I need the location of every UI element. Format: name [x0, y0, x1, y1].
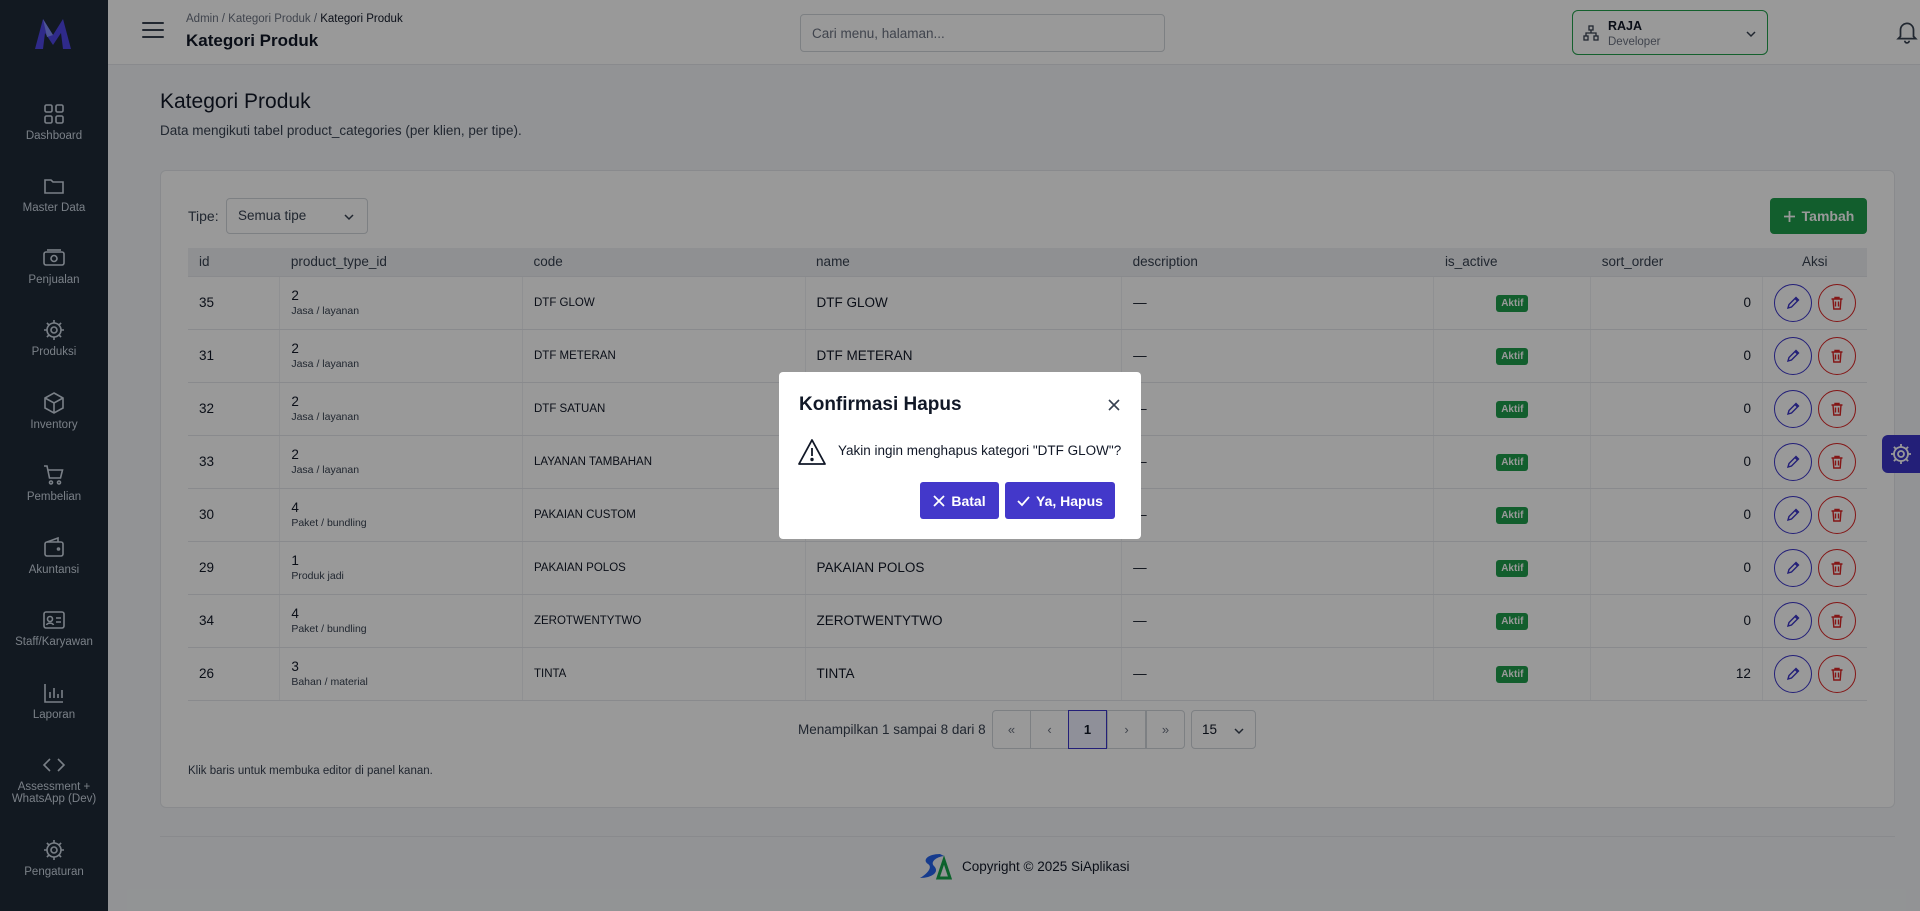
modal-message: Yakin ingin menghapus kategori "DTF GLOW…: [838, 443, 1122, 458]
delete-confirm-modal: Konfirmasi Hapus Yakin ingin menghapus k…: [779, 372, 1141, 539]
modal-title: Konfirmasi Hapus: [799, 394, 962, 415]
confirm-button-label: Ya, Hapus: [1036, 492, 1103, 509]
cancel-button-label: Batal: [951, 492, 986, 509]
check-icon: [1017, 495, 1030, 506]
confirm-delete-button[interactable]: Ya, Hapus: [1005, 482, 1115, 519]
x-icon: [933, 494, 946, 507]
close-icon[interactable]: [1107, 398, 1121, 412]
cancel-button[interactable]: Batal: [920, 482, 999, 519]
warning-icon: [798, 439, 826, 465]
